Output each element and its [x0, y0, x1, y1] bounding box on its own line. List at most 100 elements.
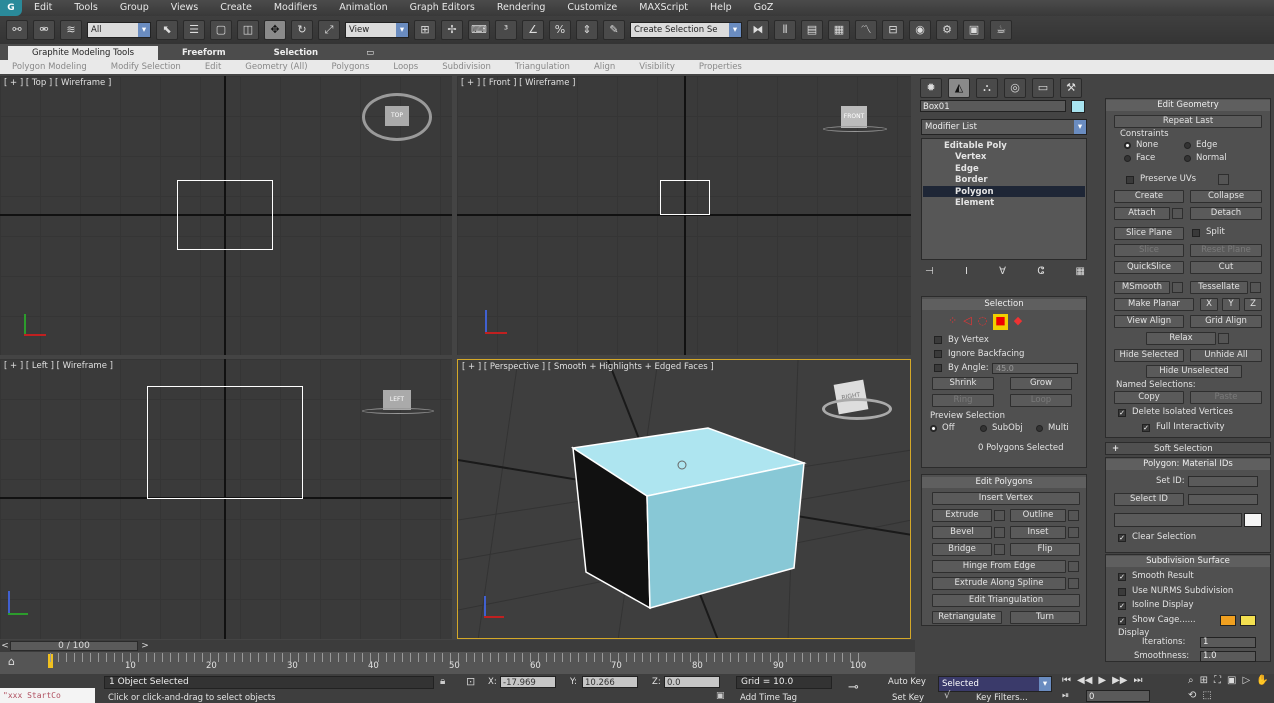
- box-wireframe[interactable]: [177, 180, 273, 250]
- menu-goz[interactable]: GoZ: [742, 0, 784, 16]
- stack-vertex[interactable]: Vertex: [955, 152, 986, 162]
- select-id-button[interactable]: Select ID: [1114, 493, 1184, 506]
- key-filters-button[interactable]: Key Filters...: [976, 693, 1028, 703]
- key-filter-icon[interactable]: √: [944, 690, 950, 701]
- viewport-label[interactable]: [ + ] [ Left ] [ Wireframe ]: [4, 361, 113, 371]
- tessellate-settings-icon[interactable]: [1250, 282, 1261, 293]
- rollout-title[interactable]: Edit Geometry: [1106, 100, 1270, 111]
- attach-button[interactable]: Attach: [1114, 207, 1170, 220]
- mirror-icon[interactable]: ⧓: [747, 20, 769, 40]
- hide-selected-button[interactable]: Hide Selected: [1114, 349, 1184, 362]
- prev-key-icon[interactable]: ◀◀: [1077, 675, 1092, 689]
- grow-button[interactable]: Grow: [1010, 377, 1072, 390]
- menu-rendering[interactable]: Rendering: [485, 0, 556, 16]
- zoom-icon[interactable]: ⌕: [1188, 675, 1194, 688]
- relax-settings-icon[interactable]: [1218, 333, 1229, 344]
- manipulate-icon[interactable]: ✢: [441, 20, 463, 40]
- menu-maxscript[interactable]: MAXScript: [627, 0, 698, 16]
- planar-z-button[interactable]: Z: [1244, 298, 1262, 311]
- viewcube-icon[interactable]: TOP: [385, 106, 409, 126]
- retriangulate-button[interactable]: Retriangulate: [932, 611, 1002, 624]
- split-checkbox[interactable]: [1192, 229, 1200, 237]
- border-mode-icon[interactable]: ◌: [978, 314, 988, 330]
- rollout-title[interactable]: Subdivision Surface: [1106, 556, 1270, 567]
- modify-tab-icon[interactable]: ◭: [948, 78, 970, 98]
- msmooth-settings-icon[interactable]: [1172, 282, 1183, 293]
- angle-snap-icon[interactable]: ∠: [522, 20, 544, 40]
- extrude-spline-button[interactable]: Extrude Along Spline: [932, 577, 1066, 590]
- view-align-button[interactable]: View Align: [1114, 315, 1184, 328]
- paste-button[interactable]: Paste: [1190, 391, 1262, 404]
- orbit-icon[interactable]: ⟲: [1188, 690, 1196, 703]
- by-vertex-checkbox[interactable]: [934, 336, 942, 344]
- turn-button[interactable]: Turn: [1010, 611, 1080, 624]
- viewport-front[interactable]: [ + ] [ Front ] [ Wireframe ] FRONT: [457, 76, 911, 355]
- curve-editor-mini-icon[interactable]: ⌂: [8, 655, 30, 669]
- msmooth-button[interactable]: MSmooth: [1114, 281, 1170, 294]
- time-slider[interactable]: < 0 / 100 >: [0, 640, 915, 652]
- hide-unselected-button[interactable]: Hide Unselected: [1146, 365, 1242, 378]
- full-interactivity-checkbox[interactable]: ✓: [1142, 424, 1150, 432]
- bridge-settings-icon[interactable]: [994, 544, 1005, 555]
- inset-button[interactable]: Inset: [1010, 526, 1066, 539]
- edit-named-sel-icon[interactable]: ✎: [603, 20, 625, 40]
- panel-polygons[interactable]: Polygons: [320, 62, 382, 72]
- polygon-mode-icon[interactable]: ■: [993, 314, 1008, 330]
- move-icon[interactable]: ✥: [264, 20, 286, 40]
- grid-align-button[interactable]: Grid Align: [1190, 315, 1262, 328]
- unhide-all-button[interactable]: Unhide All: [1190, 349, 1262, 362]
- soft-selection-rollout[interactable]: + Soft Selection: [1105, 442, 1271, 455]
- loop-button[interactable]: Loop: [1010, 394, 1072, 407]
- auto-key-button[interactable]: Auto Key: [888, 677, 926, 687]
- menu-graph-editors[interactable]: Graph Editors: [398, 0, 485, 16]
- angle-spinner[interactable]: 45.0: [992, 363, 1078, 374]
- menu-edit[interactable]: Edit: [22, 0, 62, 16]
- keyboard-shortcut-icon[interactable]: ⌨: [468, 20, 490, 40]
- play-icon[interactable]: ▶: [1098, 675, 1106, 689]
- tab-selection[interactable]: Selection: [250, 46, 342, 60]
- collapse-button[interactable]: Collapse: [1190, 190, 1262, 203]
- render-icon[interactable]: ☕: [990, 20, 1012, 40]
- time-slider-thumb[interactable]: 0 / 100: [10, 641, 138, 651]
- ribbon-options-icon[interactable]: ▭: [342, 46, 398, 60]
- rollout-title[interactable]: Selection: [922, 299, 1086, 310]
- pivot-icon[interactable]: ⊞: [414, 20, 436, 40]
- align-icon[interactable]: ⫴: [774, 20, 796, 40]
- show-end-result-icon[interactable]: I: [965, 266, 968, 280]
- key-mode-toggle-icon[interactable]: ⏯: [1062, 691, 1069, 701]
- stack-border[interactable]: Border: [955, 175, 988, 185]
- menu-views[interactable]: Views: [159, 0, 209, 16]
- unlink-icon[interactable]: ⚮: [33, 20, 55, 40]
- named-selection-dropdown[interactable]: Create Selection Se: [630, 22, 742, 38]
- key-mode-dropdown[interactable]: Selected: [938, 676, 1052, 692]
- quickslice-button[interactable]: QuickSlice: [1114, 261, 1184, 274]
- snap-icon[interactable]: ³: [495, 20, 517, 40]
- viewport-label[interactable]: [ + ] [ Front ] [ Wireframe ]: [461, 78, 575, 88]
- nurms-checkbox[interactable]: [1118, 588, 1126, 596]
- vertex-mode-icon[interactable]: ⁘: [948, 314, 957, 330]
- motion-tab-icon[interactable]: ◎: [1004, 78, 1026, 98]
- display-tab-icon[interactable]: ▭: [1032, 78, 1054, 98]
- zoom-extents-icon[interactable]: ⛶: [1214, 675, 1221, 688]
- utilities-tab-icon[interactable]: ⚒: [1060, 78, 1082, 98]
- scale-icon[interactable]: ⤢: [318, 20, 340, 40]
- next-key-icon[interactable]: ▶▶: [1112, 675, 1127, 689]
- material-editor-icon[interactable]: ◉: [909, 20, 931, 40]
- rollout-title[interactable]: Polygon: Material IDs: [1106, 459, 1270, 470]
- x-coord-field[interactable]: -17.969: [500, 676, 556, 688]
- maximize-viewport-icon[interactable]: ⬚: [1202, 690, 1211, 703]
- smoothness-spinner[interactable]: 1.0: [1200, 651, 1256, 662]
- edge-mode-icon[interactable]: ◁: [963, 314, 971, 330]
- relax-button[interactable]: Relax: [1146, 332, 1216, 345]
- viewport-label[interactable]: [ + ] [ Perspective ] [ Smooth + Highlig…: [462, 362, 714, 372]
- y-coord-field[interactable]: 10.266: [582, 676, 638, 688]
- ignore-backfacing-checkbox[interactable]: [934, 350, 942, 358]
- preview-multi-radio[interactable]: [1036, 425, 1043, 432]
- delete-isolated-checkbox[interactable]: ✓: [1118, 409, 1126, 417]
- reset-plane-button[interactable]: Reset Plane: [1190, 244, 1262, 257]
- absolute-mode-icon[interactable]: ⊡: [466, 675, 475, 688]
- slice-button[interactable]: Slice: [1114, 244, 1184, 257]
- detach-button[interactable]: Detach: [1190, 207, 1262, 220]
- stack-element[interactable]: Element: [955, 198, 994, 208]
- viewport-top[interactable]: [ + ] [ Top ] [ Wireframe ] TOP: [0, 76, 452, 355]
